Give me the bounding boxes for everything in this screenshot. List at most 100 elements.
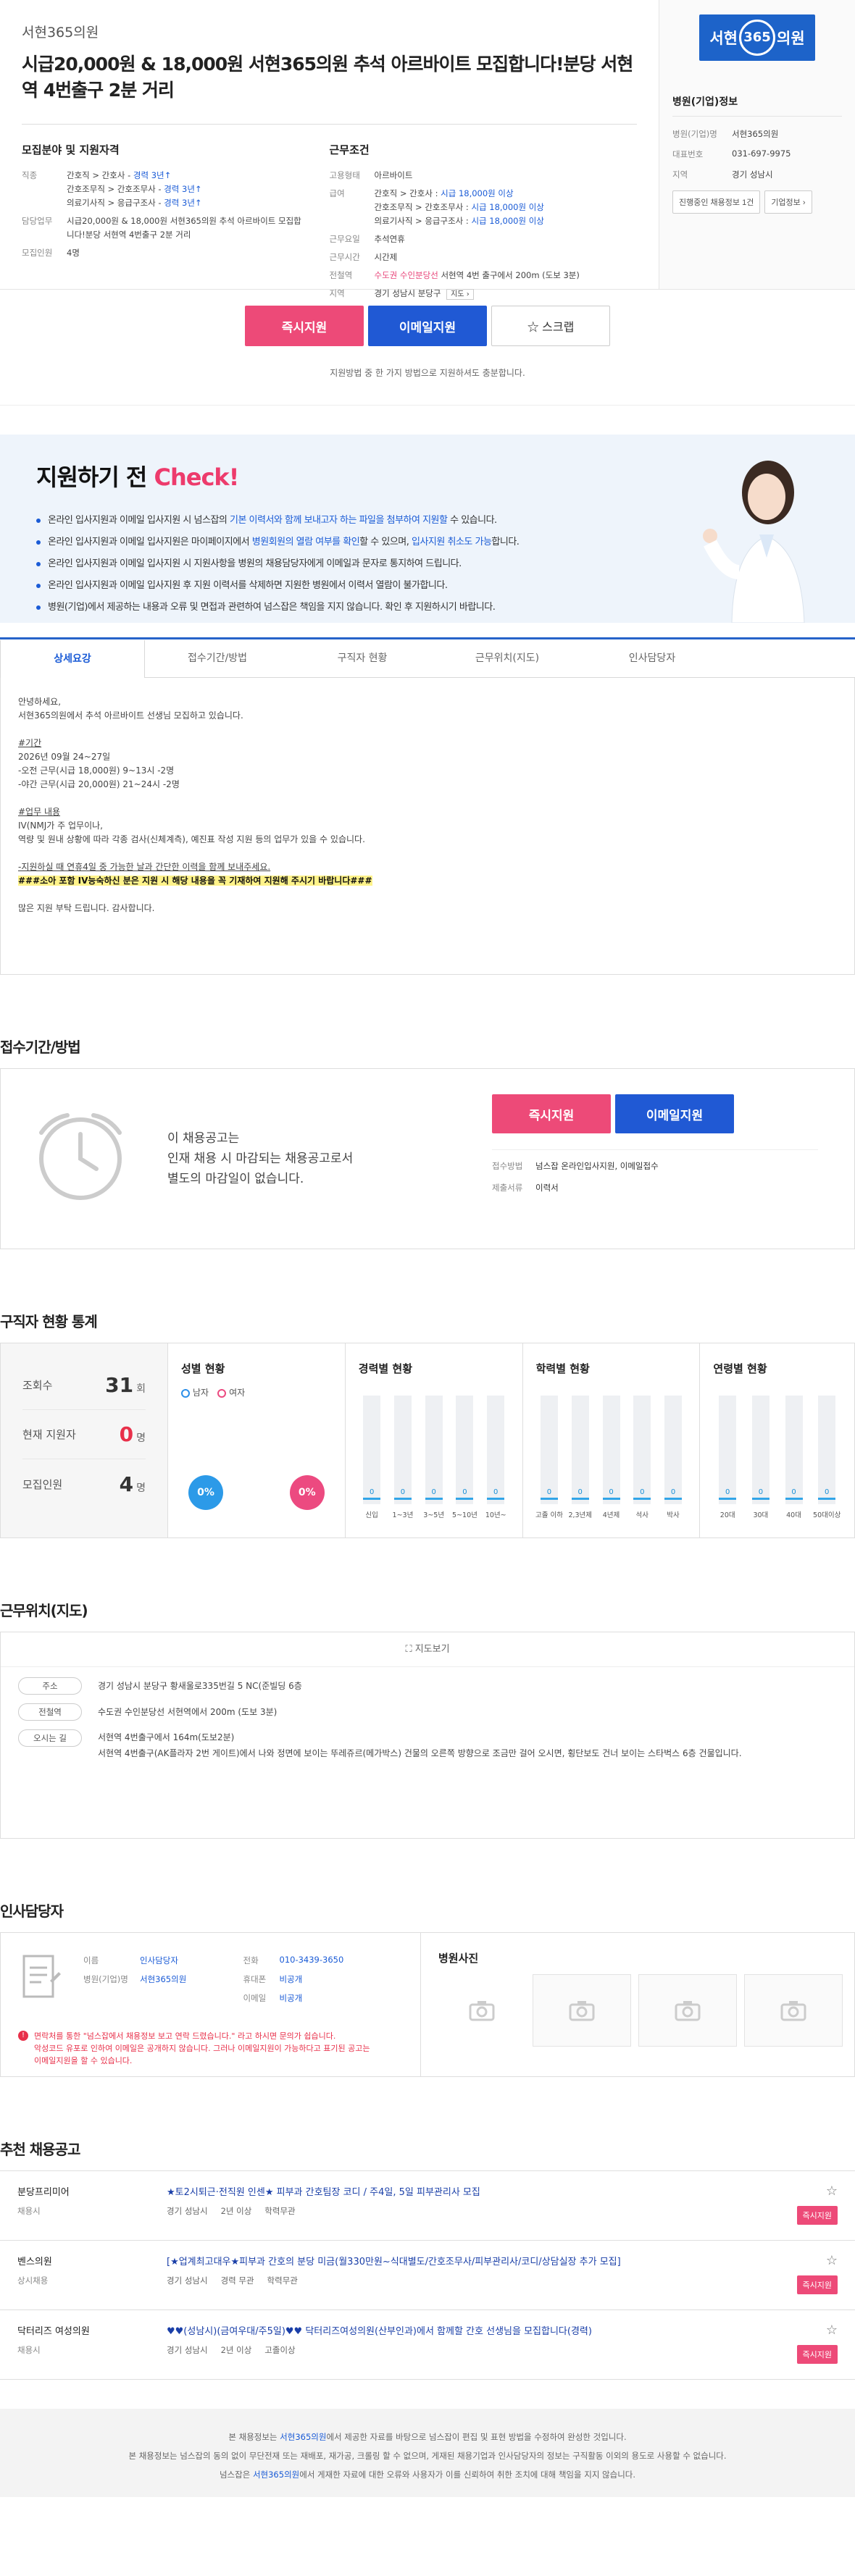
recommend-title: 추천 채용공고 [0,2141,80,2158]
detail-line: IV(NMJ가 주 업무이나, [18,821,103,831]
company-name[interactable]: 서현365의원 [22,22,637,41]
legend-male-label: 남자 [193,1388,209,1398]
address-value: 경기 성남시 분당구 황새울로335번길 5 NC(준빌딩 6층 [98,1681,302,1691]
recommend-apply-button[interactable]: 즉시지원 [796,2206,838,2225]
recommend-apply-button[interactable]: 즉시지원 [796,2275,838,2294]
career-bar-value: 0 [393,1488,412,1500]
company-logo[interactable]: 서현 365 의원 [699,14,815,61]
career-bar-value: 0 [456,1488,474,1500]
recommend-location: 경기 성남시 [167,2275,208,2286]
detail-line: ###소아 포함 IV능숙하신 분은 지원 시 해당 내용을 꼭 기재하여 지원… [18,876,372,886]
logo-number: 365 [739,20,775,56]
check-title-b: Check! [154,463,239,491]
apply-now-button[interactable]: 즉시지원 [245,306,364,346]
career-bar-value: 0 [487,1488,505,1500]
education-panel: 학력별 현황 0 고졸 이하 0 2,3년제 0 4년제 0 석사 0 박사 [522,1343,700,1537]
career-bar-label: 10년~ [485,1511,506,1519]
footer-text: 에서 게재한 자료에 대한 오류와 사용자가 이를 신뢰하여 취한 조치에 대해… [299,2470,636,2480]
recommend-meta: 경기 성남시 경력 무관 학력무관 [167,2275,621,2286]
map-view-button[interactable]: ⛶ 지도보기 [1,1632,854,1667]
pay-value: 간호직 > 간호사 : 시급 18,000원 이상 간호조무직 > 간호조무사 :… [375,187,544,228]
recommend-career: 2년 이상 [220,2345,252,2355]
company-info-row: 병원(기업)명 서현365의원 [672,128,842,140]
pay-amount: 시급 18,000원 이상 [471,202,544,212]
footer-company-link[interactable]: 서현365의원 [253,2470,299,2480]
footer-notice: 본 채용정보는 서현365의원에서 제공한 자료를 바탕으로 넘스잡이 편집 및… [0,2409,855,2497]
education-bar-track: 0 [664,1396,683,1504]
receipt-message: 인재 채용 시 마감되는 채용공고로서 [167,1151,354,1166]
hospital-photo[interactable] [533,1974,631,2047]
recommend-item[interactable]: 분당프리미어 채용시 ★토2시퇴근·전직원 인센★ 피부과 간호팀장 코디 / 주4… [0,2171,855,2241]
recommend-title-link[interactable]: ★토2시퇴근·전직원 인센★ 피부과 간호팀장 코디 / 주4일, 5일 피부관… [167,2184,480,2198]
recommend-education: 고졸이상 [264,2345,296,2355]
scrap-button[interactable]: ☆ 스크랩 [491,306,610,346]
pay-amount: 시급 18,000원 이상 [441,188,514,198]
hospital-photo[interactable] [638,1974,737,2047]
recommend-company-name[interactable]: 벤스의원 [17,2254,167,2267]
camera-icon [569,2001,595,2021]
phone-key: 전화 [243,1955,259,1965]
recruit-value: 4명 [67,246,80,260]
career-bar-label: 1~3년 [392,1511,414,1519]
age-bar-value: 0 [785,1488,803,1500]
recommend-education: 학력무관 [267,2275,298,2286]
footer-company-link[interactable]: 서현365의원 [280,2432,326,2442]
tab-3[interactable]: 구직자 현황 [290,639,435,677]
recommend-actions: ☆ 즉시지원 [796,2254,838,2294]
area-key: 지역 [329,288,345,298]
recommend-title-link[interactable]: [★업계최고대우★피부과 간호의 분당 미금(월330만원~식대별도/간호조무사… [167,2254,621,2267]
pay-role: 간호직 > 간호사 : [374,188,441,198]
recommend-list: 분당프리미어 채용시 ★토2시퇴근·전직원 인센★ 피부과 간호팀장 코디 / 주4… [0,2170,855,2380]
tab-5[interactable]: 인사담당자 [580,639,725,677]
recruit-text: 간호조무직 > 간호조무사 - [67,184,164,194]
recruit-text: 니다!분당 서현역 4번출구 2분 거리 [67,230,191,240]
career-bar-label: 신입 [365,1511,378,1519]
star-icon[interactable]: ☆ [797,2323,838,2338]
recruit-key: 담당업무 [22,216,53,226]
recommend-item[interactable]: 벤스의원 상시채용 [★업계최고대우★피부과 간호의 분당 미금(월330만원~식대… [0,2241,855,2310]
career-bar-value: 0 [363,1488,381,1500]
email-apply-button[interactable]: 이메일지원 [615,1094,734,1133]
mobile-value: 비공개 [279,1974,303,1984]
hospital-photo[interactable] [438,1974,525,2047]
star-icon[interactable]: ☆ [797,2254,838,2268]
email-apply-button[interactable]: 이메일지원 [368,306,487,346]
education-bar-track: 0 [571,1396,589,1504]
company-info-button[interactable]: 기업정보 › [764,190,812,214]
recommend-title-link[interactable]: ♥♥(성남시)(금여우대/주5일)♥♥ 닥터리즈여성의원(산부인과)에서 함께할… [167,2323,592,2337]
detail-line: #기간 [18,738,42,748]
days-key: 근무요일 [329,234,360,244]
hospital-photo[interactable] [744,1974,843,2047]
age-bar-label: 50대이상 [813,1511,841,1519]
legend-female-label: 여자 [229,1388,246,1398]
active-jobs-button[interactable]: 진행중인 채용정보 1건 [672,190,761,214]
tab-1[interactable]: 상세요강 [0,640,145,678]
recommend-company-name[interactable]: 닥터리즈 여성의원 [17,2323,167,2337]
footer-text: 본 채용정보는 [228,2432,280,2442]
tab-4[interactable]: 근무위치(지도) [435,639,580,677]
recommend-career: 경력 무관 [220,2275,254,2286]
recommend-company: 닥터리즈 여성의원 채용시 [17,2323,167,2366]
recruit-heading: 모집분야 및 지원자격 [22,143,120,156]
tab-2[interactable]: 접수기간/방법 [145,639,290,677]
education-bar-label: 고졸 이하 [535,1511,563,1519]
apply-now-button[interactable]: 즉시지원 [492,1094,611,1133]
company-info-value: 031-697-9975 [732,148,791,159]
education-bar-value: 0 [602,1488,620,1500]
age-bar-track: 0 [818,1396,836,1504]
phone-value[interactable]: 010-3439-3650 [280,1955,344,1966]
company-info-key: 병원(기업)명 [672,129,717,139]
recommend-company-name[interactable]: 분당프리미어 [17,2184,167,2198]
receipt-section: 이 채용공고는 인재 채용 시 마감되는 채용공고로서 별도의 마감일이 없습니… [0,1068,855,1249]
recommend-apply-button[interactable]: 즉시지원 [796,2345,838,2364]
age-bar: 0 50대이상 [812,1396,841,1519]
contact-section: 이름 인사담당자 병원(기업)명 서현365의원 전화 010-3439-3650 휴… [0,1932,855,2077]
recommend-item[interactable]: 닥터리즈 여성의원 채용시 ♥♥(성남시)(금여우대/주5일)♥♥ 닥터리즈여성의원… [0,2310,855,2380]
company-info-row: 대표번호 031-697-9975 [672,148,842,160]
gender-panel: 성별 현황 남자 여자 0% 0% [167,1343,345,1537]
star-icon[interactable]: ☆ [797,2184,838,2199]
stats-title: 구직자 현황 통계 [0,1313,98,1330]
map-link[interactable]: 지도 › [446,289,474,300]
education-bar-label: 4년제 [602,1511,620,1519]
recruit-line: 니다!분당 서현역 4번출구 2분 거리 [67,228,301,242]
